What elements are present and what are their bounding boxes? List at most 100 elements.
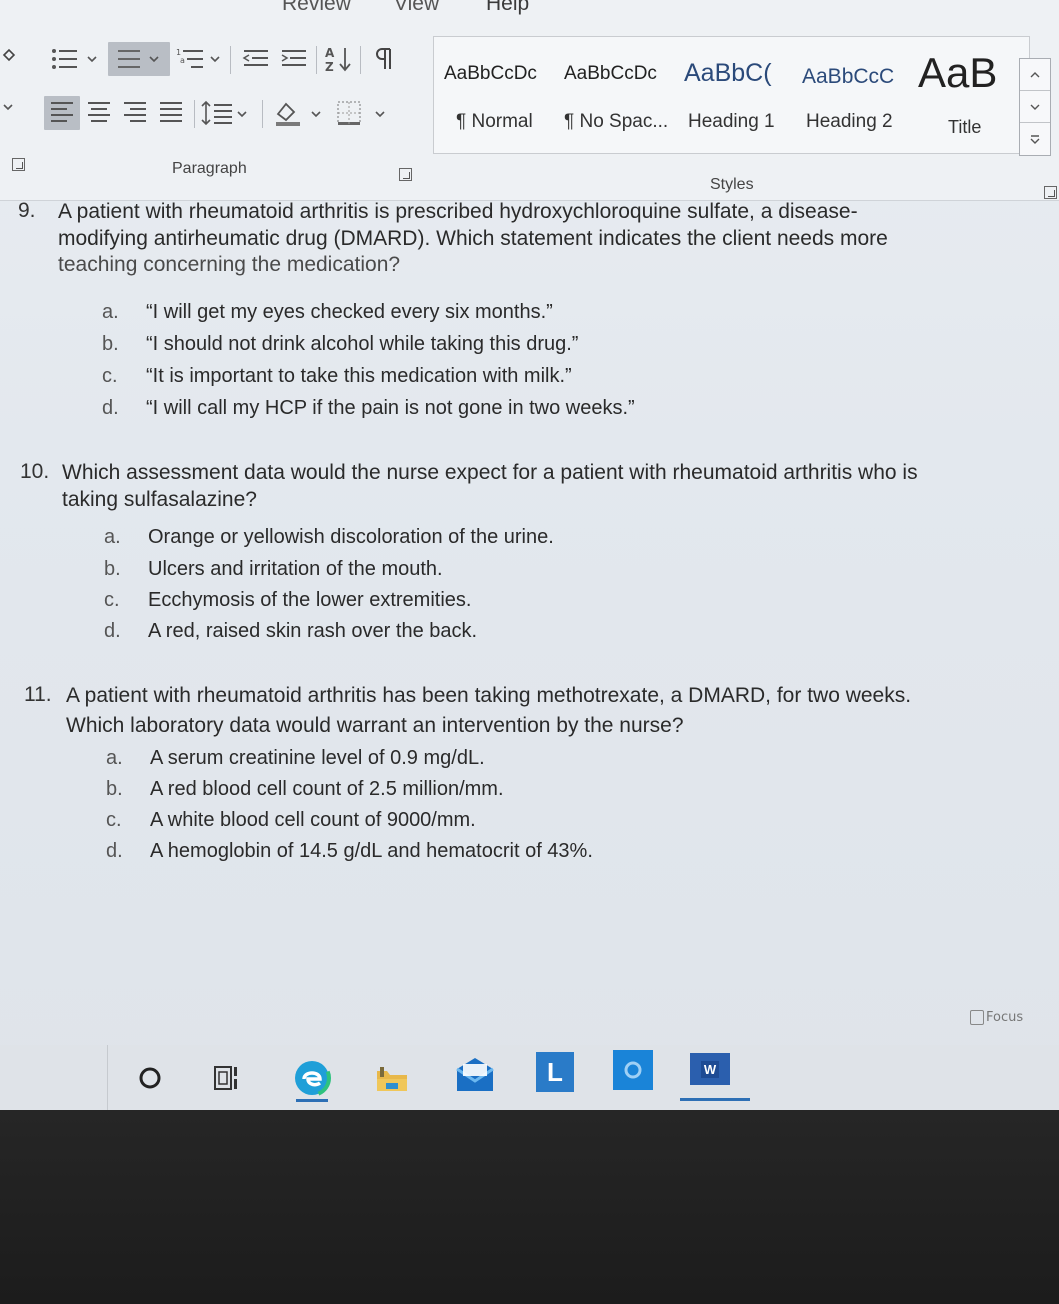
align-center-button[interactable] [82,96,116,130]
svg-text:Z: Z [325,60,334,74]
tab-help[interactable]: Help [486,0,529,16]
style-heading-2[interactable]: AaBbCcC Heading 2 [802,37,920,153]
styles-scroll [1019,58,1051,156]
decrease-indent-button[interactable] [238,42,274,76]
chevron-up-icon [1030,71,1040,77]
styles-scroll-up-button[interactable] [1020,59,1050,91]
tab-review[interactable]: Review [282,0,351,16]
option-letter: c. [102,365,118,387]
multilevel-list-button[interactable]: 1 a [174,42,224,76]
decrease-indent-icon [242,50,268,66]
borders-button[interactable] [332,96,394,130]
show-formatting-button[interactable] [366,42,402,76]
option-letter: a. [102,301,119,323]
task-view-icon[interactable] [212,1063,242,1097]
question-line: A patient with rheumatoid arthritis is p… [58,200,858,223]
styles-more-button[interactable] [1020,123,1050,155]
paragraph-group: 1 a A Z [40,38,415,163]
option-letter: d. [106,840,123,862]
document-body[interactable]: 9. A patient with rheumatoid arthritis i… [0,195,1059,1015]
option-letter: b. [106,778,123,800]
separator [360,46,361,74]
format-painter-icon[interactable] [2,48,16,66]
tab-view[interactable]: View [394,0,439,16]
mail-icon[interactable] [454,1055,496,1097]
style-sample: AaBbCcC [802,65,895,88]
style-sample: AaBbCcDc [564,63,657,84]
justify-icon [160,102,182,122]
l-app-icon[interactable]: L [536,1052,574,1092]
option-text: “I should not drink alcohol while taking… [146,333,579,355]
style-name: ¶ No Spac... [564,111,669,132]
bullets-icon [52,49,97,69]
align-center-icon [88,102,110,122]
separator [262,100,263,128]
styles-gallery: AaBbCcDc ¶ Normal AaBbCcDc ¶ No Spac... … [433,36,1030,154]
style-heading-1[interactable]: AaBbC( Heading 1 [684,37,802,153]
style-title[interactable]: AaB Title [918,37,1018,153]
question-line: A patient with rheumatoid arthritis has … [66,684,912,707]
svg-text:A: A [325,46,335,60]
question-line: Which laboratory data would warrant an i… [66,714,684,737]
increase-indent-icon [281,50,306,66]
question-text: A patient with rheumatoid arthritis has … [66,681,1051,740]
align-left-button[interactable] [44,96,80,130]
sort-button[interactable]: A Z [320,42,356,76]
styles-scroll-down-button[interactable] [1020,91,1050,123]
question-number: 10. [20,460,50,483]
search-circle-icon[interactable] [137,1065,163,1095]
question-line: taking sulfasalazine? [62,488,257,511]
style-name: ¶ Normal [456,111,533,132]
screen: Review View Help 1 a A Z Paragraph AaBbC… [0,0,1059,1110]
taskbar: L W [0,1045,1059,1110]
chevron-down-icon [1030,104,1040,110]
option-text: “I will call my HCP if the pain is not g… [146,397,635,419]
style-name: Heading 1 [688,111,775,132]
focus-mode-button[interactable]: Focus [970,1010,1023,1025]
numbering-button[interactable] [108,42,170,76]
style-name: Heading 2 [806,111,893,132]
style-name: Title [948,117,982,137]
taskbar-search-area[interactable] [0,1045,108,1110]
question-line: Which assessment data would the nurse ex… [62,461,918,484]
line-spacing-icon [201,100,247,126]
borders-icon [337,101,385,125]
style-sample: AaBbCcDc [444,63,537,84]
align-right-icon [124,102,146,122]
option-text: A hemoglobin of 14.5 g/dL and hematocrit… [150,840,593,862]
paragraph-launcher-icon[interactable] [399,168,412,181]
word-icon[interactable]: W [690,1053,730,1085]
option-letter: c. [104,589,120,611]
bullets-button[interactable] [46,42,102,76]
focus-label: Focus [986,1010,1024,1025]
option-letter: d. [102,397,119,419]
option-text: “It is important to take this medication… [146,365,572,387]
line-spacing-button[interactable] [198,96,254,130]
option-letter: b. [104,558,121,580]
paragraph-group-label: Paragraph [172,160,247,177]
edge-icon[interactable] [292,1059,332,1102]
align-right-button[interactable] [118,96,152,130]
word-letter: W [700,1060,720,1078]
option-text: Ulcers and irritation of the mouth. [148,558,443,580]
l-app-letter: L [547,1056,563,1087]
outlook-icon[interactable] [613,1050,653,1090]
increase-indent-button[interactable] [276,42,312,76]
option-text: Orange or yellowish discoloration of the… [148,526,554,548]
question-text: Which assessment data would the nurse ex… [62,458,1052,514]
option-text: Ecchymosis of the lower extremities. [148,589,472,611]
justify-button[interactable] [154,96,188,130]
clipboard-launcher-icon[interactable] [12,158,25,171]
question-line: modifying antirheumatic drug (DMARD). Wh… [58,227,888,250]
ribbon: Review View Help 1 a A Z Paragraph AaBbC… [0,0,1059,200]
option-text: A white blood cell count of 9000/mm. [150,809,476,831]
shading-icon [276,102,321,126]
shading-button[interactable] [268,96,328,130]
chevron-down-icon[interactable] [2,100,14,116]
file-explorer-icon[interactable] [374,1063,410,1099]
style-no-spacing[interactable]: AaBbCcDc ¶ No Spac... [564,37,682,153]
option-text: A serum creatinine level of 0.9 mg/dL. [150,747,485,769]
more-chevron-icon [1030,135,1040,144]
style-normal[interactable]: AaBbCcDc ¶ Normal [444,37,559,153]
sort-icon: A Z [325,46,351,74]
